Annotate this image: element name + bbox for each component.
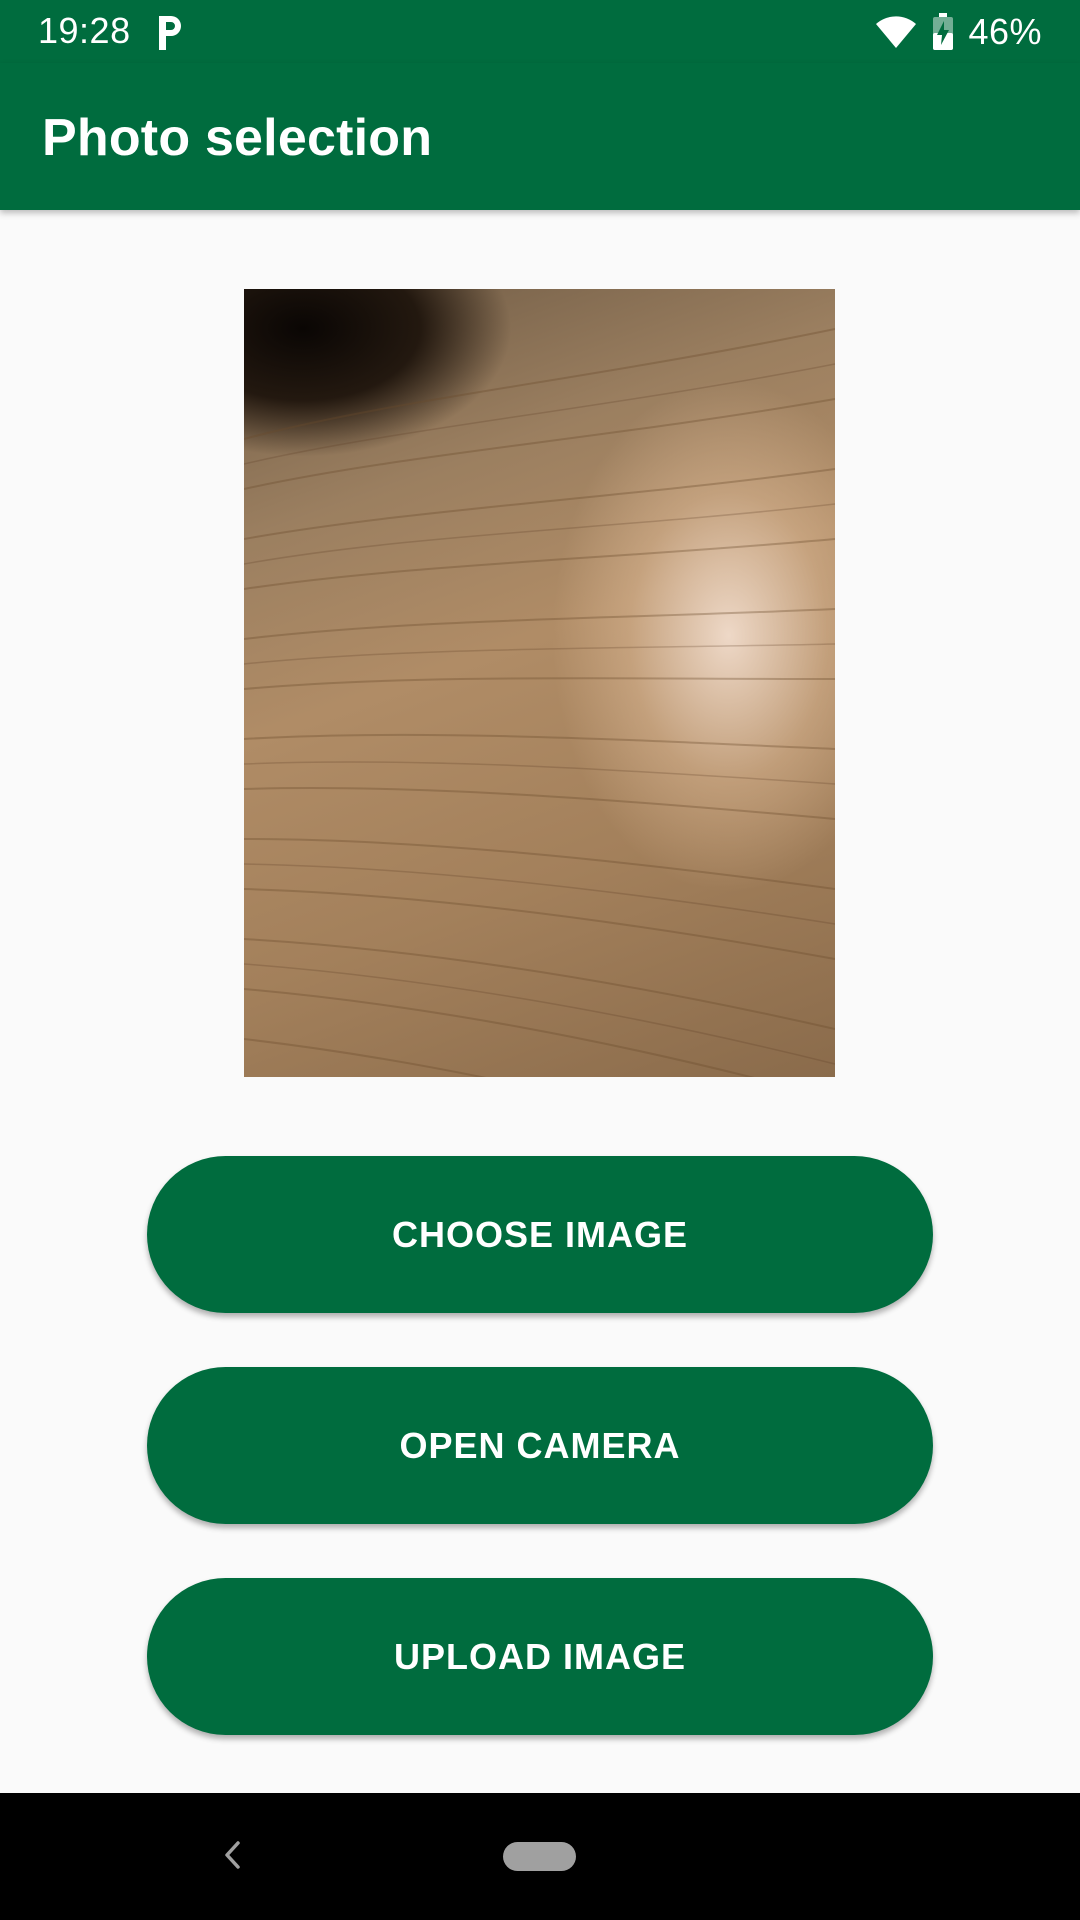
selected-photo bbox=[244, 289, 835, 1077]
parking-p-icon bbox=[159, 16, 181, 50]
main-content: CHOOSE IMAGE OPEN CAMERA UPLOAD IMAGE bbox=[0, 210, 1080, 1793]
wifi-icon bbox=[876, 16, 917, 48]
battery-percent: 46% bbox=[968, 11, 1042, 52]
status-bar: 19:28 46% bbox=[0, 0, 1080, 63]
upload-image-button[interactable]: UPLOAD IMAGE bbox=[147, 1578, 933, 1735]
navigation-bar bbox=[0, 1793, 1080, 1920]
choose-image-button[interactable]: CHOOSE IMAGE bbox=[147, 1156, 933, 1313]
back-chevron-icon[interactable] bbox=[218, 1835, 248, 1875]
app-bar: Photo selection bbox=[0, 63, 1080, 210]
open-camera-button[interactable]: OPEN CAMERA bbox=[147, 1367, 933, 1524]
wood-grain-texture bbox=[244, 328, 835, 1077]
home-pill-icon[interactable] bbox=[503, 1842, 576, 1871]
battery-charging-icon bbox=[933, 13, 954, 50]
status-icons: 46% bbox=[874, 10, 1042, 54]
status-time: 19:28 bbox=[38, 10, 131, 51]
page-title: Photo selection bbox=[42, 109, 433, 167]
